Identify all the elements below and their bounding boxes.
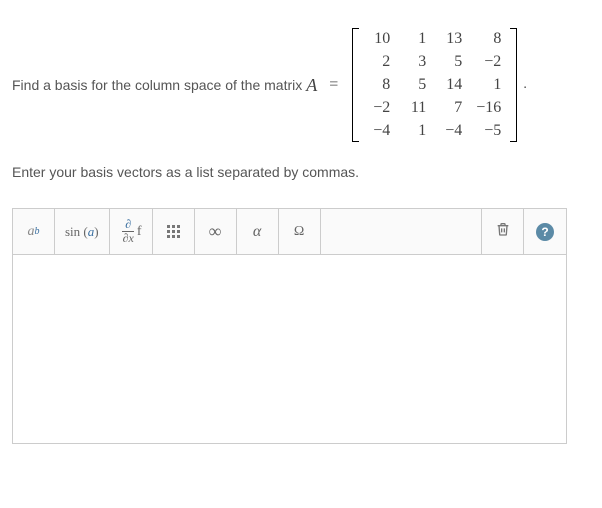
trash-icon [495,221,511,242]
trig-fn: sin [65,224,80,240]
matrix-variable: A [306,75,317,96]
equals-sign: = [329,76,338,94]
derivative-button[interactable]: ∂ ∂x f [110,209,153,254]
alpha-button[interactable]: α [237,209,279,254]
problem-statement: Find a basis for the column space of the… [12,20,590,150]
matrix-cell: −4 [368,122,390,140]
matrix-cell: 1 [476,76,501,94]
instruction-text: Enter your basis vectors as a list separ… [12,164,590,180]
editor-toolbar: ab sin (a) ∂ ∂x f ∞ α [12,208,567,254]
help-icon: ? [536,223,554,241]
period: . [523,77,527,93]
matrix-cell: 11 [404,99,426,117]
deriv-side: f [137,224,142,240]
toolbar-spacer [321,209,482,254]
matrix-cell: −4 [440,122,462,140]
matrix-cell: −2 [476,53,501,71]
matrix-body: 10 1 13 8 2 3 5 −2 8 5 14 1 −2 11 7 −16 … [360,28,509,142]
matrix-cell: 1 [404,30,426,48]
math-editor: ab sin (a) ∂ ∂x f ∞ α [12,208,567,444]
matrix-cell: 5 [404,76,426,94]
infinity-button[interactable]: ∞ [195,209,237,254]
clear-button[interactable] [482,209,524,254]
matrix-cell: −16 [476,99,501,117]
trig-button[interactable]: sin (a) [55,209,110,254]
omega-button[interactable]: Ω [279,209,321,254]
matrix-cell: −2 [368,99,390,117]
alpha-icon: α [253,223,261,241]
answer-input[interactable] [12,254,567,444]
help-button[interactable]: ? [524,209,566,254]
matrix-cell: 2 [368,53,390,71]
matrix-cell: 3 [404,53,426,71]
exponent-sup: b [35,226,40,237]
matrix-cell: 8 [368,76,390,94]
deriv-bot: ∂x [120,232,137,245]
keypad-icon [167,225,180,238]
matrix: 10 1 13 8 2 3 5 −2 8 5 14 1 −2 11 7 −16 … [352,28,517,142]
infinity-icon: ∞ [209,221,222,242]
matrix-cell: 13 [440,30,462,48]
prompt-text: Find a basis for the column space of the… [12,77,302,93]
matrix-bracket-right [509,28,517,142]
matrix-cell: 7 [440,99,462,117]
matrix-cell: 8 [476,30,501,48]
matrix-bracket-left [352,28,360,142]
matrix-cell: 10 [368,30,390,48]
deriv-top: ∂ [122,218,134,232]
omega-icon: Ω [294,224,304,240]
exponent-base: a [28,224,35,240]
matrix-cell: 1 [404,122,426,140]
keypad-button[interactable] [153,209,195,254]
trig-close: ) [94,224,98,240]
exponent-button[interactable]: ab [13,209,55,254]
matrix-cell: −5 [476,122,501,140]
matrix-cell: 5 [440,53,462,71]
matrix-cell: 14 [440,76,462,94]
